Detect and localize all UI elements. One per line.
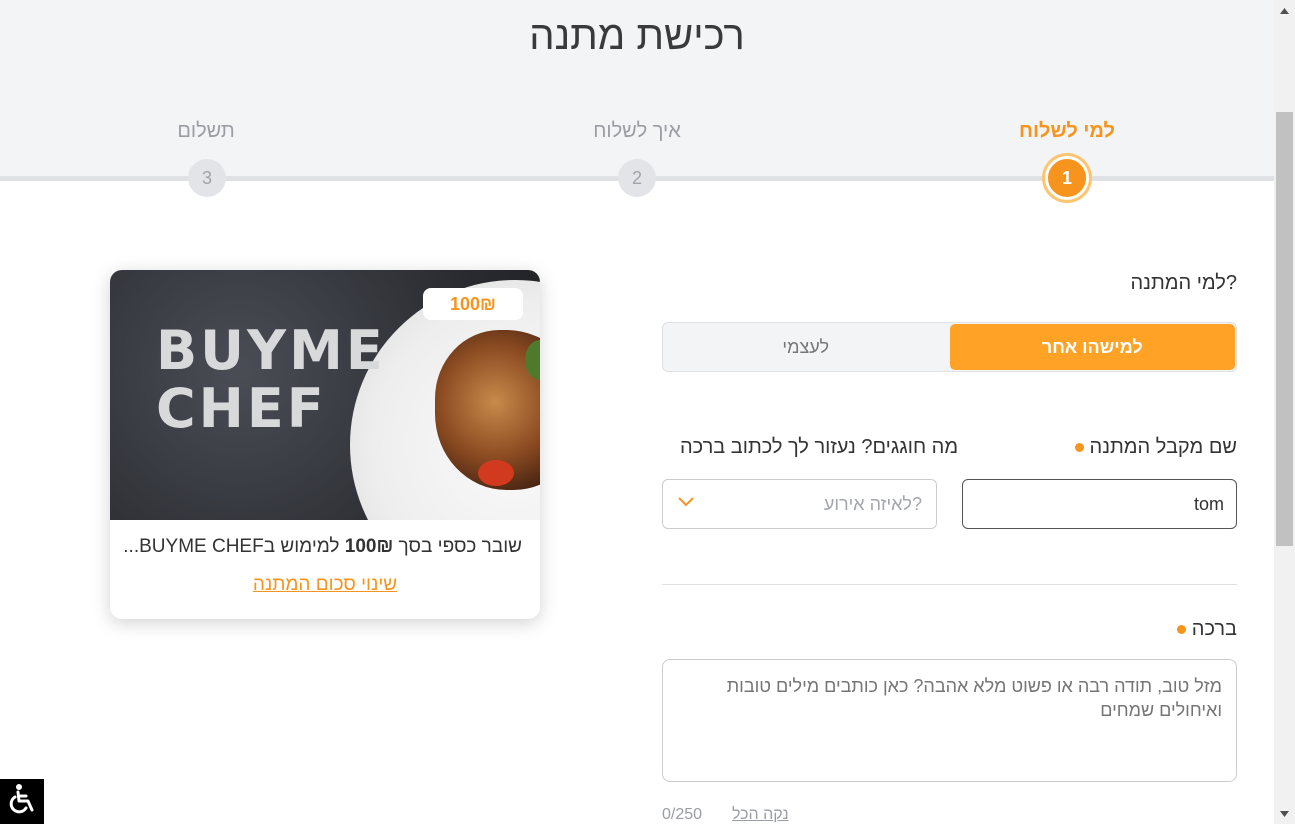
required-dot bbox=[1176, 625, 1186, 635]
occasion-select[interactable]: לאיזה אירוע? bbox=[662, 479, 937, 529]
card-image: BUYME CHEF 100₪ bbox=[110, 270, 540, 520]
recipient-name-label: שם מקבל המתנה bbox=[1074, 436, 1237, 459]
card-description: שובר כספי בסך 100₪ למימוש בBUYME CHEF... bbox=[123, 536, 522, 557]
recipient-toggle: למישהו אחר לעצמי bbox=[662, 322, 1237, 372]
recipient-name-label-text: שם מקבל המתנה bbox=[1089, 436, 1237, 458]
clear-all-link[interactable]: נקה הכל bbox=[732, 806, 789, 824]
buyme-chef-logo: BUYME CHEF bbox=[156, 319, 386, 440]
recipient-name-input[interactable] bbox=[962, 479, 1237, 529]
occasion-label: מה חוגגים? נעזור לך לכתוב ברכה bbox=[680, 436, 959, 458]
step-label-who[interactable]: למי לשלוח bbox=[967, 120, 1167, 143]
scroll-up-arrow-icon[interactable] bbox=[1274, 0, 1295, 21]
chevron-down-icon bbox=[677, 495, 695, 513]
toggle-someone-else[interactable]: למישהו אחר bbox=[949, 324, 1235, 370]
recipient-question: למי המתנה? bbox=[1130, 272, 1237, 294]
greeting-textarea[interactable] bbox=[662, 659, 1237, 782]
scroll-down-arrow-icon[interactable] bbox=[1274, 803, 1295, 824]
char-counter: 0/250 bbox=[662, 806, 703, 823]
toggle-myself[interactable]: לעצמי bbox=[663, 323, 949, 371]
change-amount-link[interactable]: שינוי סכום המתנה bbox=[110, 574, 540, 596]
step-label-payment[interactable]: תשלום bbox=[106, 120, 306, 143]
pepper-graphic bbox=[478, 460, 514, 486]
occasion-placeholder: לאיזה אירוע? bbox=[823, 493, 922, 514]
greeting-label: ברכה bbox=[1176, 618, 1237, 641]
step-circle-1[interactable]: 1 bbox=[1045, 156, 1089, 200]
form-divider bbox=[662, 584, 1237, 585]
wheelchair-icon bbox=[7, 783, 37, 820]
gift-card-preview: BUYME CHEF 100₪ שובר כספי בסך 100₪ למימו… bbox=[110, 270, 540, 619]
step-circle-3[interactable]: 3 bbox=[188, 159, 226, 197]
step-circle-2[interactable]: 2 bbox=[618, 159, 656, 197]
greeting-label-text: ברכה bbox=[1191, 618, 1237, 640]
page-title: רכישת מתנה bbox=[529, 14, 745, 58]
accessibility-button[interactable] bbox=[0, 779, 44, 824]
card-amount: 100₪ bbox=[344, 536, 394, 557]
required-dot bbox=[1074, 443, 1084, 453]
scrollbar-thumb[interactable] bbox=[1276, 112, 1293, 546]
step-label-how[interactable]: איך לשלוח bbox=[537, 120, 737, 143]
price-badge: 100₪ bbox=[423, 288, 523, 320]
